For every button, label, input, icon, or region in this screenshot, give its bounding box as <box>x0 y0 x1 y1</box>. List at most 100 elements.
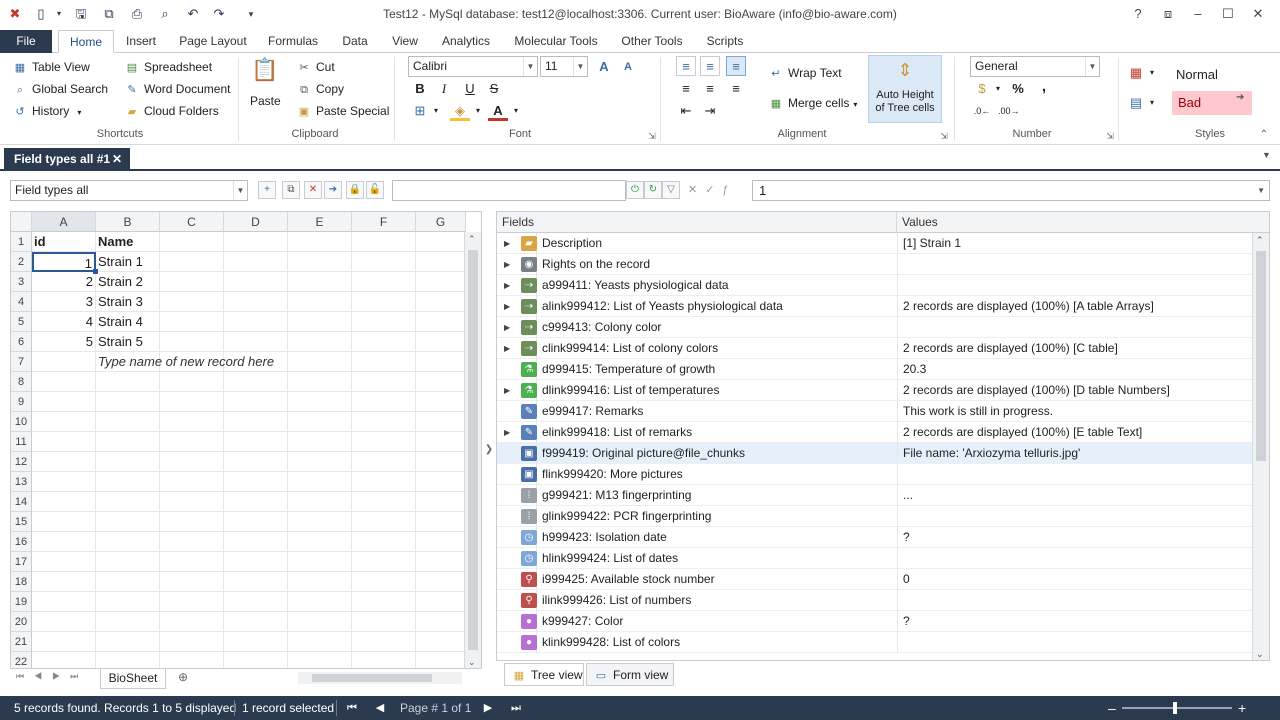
maximize-icon[interactable]: ☐ <box>1218 5 1238 23</box>
grid-cell[interactable] <box>160 492 224 512</box>
row-header[interactable]: 11 <box>11 432 32 452</box>
tree-row[interactable]: ● klink999428: List of colors <box>497 632 1253 653</box>
expand-arrow-icon[interactable]: ▶ <box>504 380 514 401</box>
grid-cell[interactable] <box>288 512 352 532</box>
next-page-icon[interactable]: ▶ <box>478 698 498 718</box>
grid-cell[interactable] <box>224 432 288 452</box>
grid-cell[interactable] <box>160 572 224 592</box>
tree-row[interactable]: ▶ ⚗ dlink999416: List of temperatures 2 rec… <box>497 380 1253 401</box>
grid-cell[interactable] <box>160 612 224 632</box>
row-header[interactable]: 22 <box>11 652 32 668</box>
tab-molecular-tools[interactable]: Molecular Tools <box>508 30 604 53</box>
paste-icon[interactable]: 📋 <box>248 57 282 87</box>
grid-cell[interactable] <box>224 392 288 412</box>
help-icon[interactable]: ? <box>1128 5 1148 23</box>
grid-cell[interactable] <box>160 512 224 532</box>
align-left-icon[interactable]: ≡ <box>676 79 696 99</box>
align-center-icon[interactable]: ≡ <box>700 79 720 99</box>
unlock-icon[interactable]: 🔓 <box>366 181 384 199</box>
field-value[interactable] <box>897 590 1253 611</box>
column-header-d[interactable]: D <box>224 212 288 232</box>
style-normal[interactable]: Normal <box>1168 63 1258 87</box>
refresh-icon[interactable]: ↻ <box>644 181 662 199</box>
row-header[interactable]: 6 <box>11 332 32 352</box>
grid-cell[interactable] <box>416 632 466 652</box>
fill-color-icon[interactable]: ◈ <box>450 101 470 121</box>
grid-cell[interactable] <box>160 392 224 412</box>
lock-icon[interactable]: 🔒 <box>346 181 364 199</box>
grid-cell[interactable] <box>416 312 466 332</box>
duplicate-record-icon[interactable]: ⧉ <box>282 181 300 199</box>
tab-analytics[interactable]: Analytics <box>434 30 498 53</box>
grid-cell[interactable] <box>416 232 466 252</box>
grid-cell[interactable] <box>32 472 96 492</box>
minimize-icon[interactable]: – <box>1188 5 1208 23</box>
field-value[interactable]: 2 records are displayed (100%) [D table … <box>897 380 1253 401</box>
zoom-slider-thumb[interactable] <box>1173 702 1177 714</box>
expand-arrow-icon[interactable]: ▶ <box>504 233 514 254</box>
grid-cell[interactable] <box>224 272 288 292</box>
expand-arrow-icon[interactable]: ▶ <box>504 317 514 338</box>
row-header[interactable]: 16 <box>11 532 32 552</box>
decrease-indent-icon[interactable]: ⇤ <box>676 101 696 121</box>
dialog-launcher-icon[interactable]: ⇲ <box>1100 126 1120 146</box>
field-value[interactable]: 2 records are displayed (100%) [E table … <box>897 422 1253 443</box>
underline-icon[interactable]: U <box>460 79 480 99</box>
tree-row[interactable]: ● k999427: Color? <box>497 611 1253 632</box>
tree-row[interactable]: ⁞ glink999422: PCR fingerprinting <box>497 506 1253 527</box>
grid-cell[interactable] <box>96 632 160 652</box>
increase-indent-icon[interactable]: ⇥ <box>700 101 720 121</box>
grid-cell[interactable] <box>288 492 352 512</box>
field-value[interactable] <box>897 632 1253 653</box>
global-search-button[interactable]: ⌕ Global Search <box>12 79 108 99</box>
tab-view[interactable]: View <box>384 30 426 53</box>
tree-row[interactable]: ⚗ d999415: Temperature of growth 20.3 <box>497 359 1253 380</box>
grid-cell[interactable] <box>288 232 352 252</box>
grid-cell[interactable] <box>288 412 352 432</box>
grid-cell[interactable] <box>416 572 466 592</box>
grid-cell[interactable] <box>96 432 160 452</box>
field-value[interactable]: ? <box>897 527 1253 548</box>
grid-cell[interactable] <box>96 572 160 592</box>
column-header-e[interactable]: E <box>288 212 352 232</box>
grid-cell[interactable] <box>160 652 224 668</box>
fill-handle[interactable] <box>93 269 98 274</box>
chevron-down-icon[interactable]: ▾ <box>1142 93 1162 113</box>
grid-cell[interactable] <box>160 592 224 612</box>
grid-cell[interactable] <box>160 372 224 392</box>
grid-cell[interactable] <box>160 312 224 332</box>
grid-cell[interactable] <box>32 552 96 572</box>
grid-cell[interactable] <box>96 512 160 532</box>
grid-cell[interactable] <box>96 652 160 668</box>
tree-row[interactable]: ⁞ g999421: M13 fingerprinting... <box>497 485 1253 506</box>
sheet-horizontal-scrollbar[interactable] <box>298 672 462 684</box>
expand-arrow-icon[interactable]: ▶ <box>504 296 514 317</box>
history-button[interactable]: ↺ History ▾ <box>12 101 81 121</box>
cell-a5[interactable]: 4 <box>32 312 96 332</box>
grow-font-icon[interactable]: A <box>594 57 614 77</box>
column-header-b[interactable]: B <box>96 212 160 232</box>
grid-cell[interactable] <box>224 252 288 272</box>
grid-cell[interactable] <box>32 652 96 668</box>
cell-b6[interactable]: Strain 5 <box>96 332 160 352</box>
search-input[interactable] <box>392 180 626 201</box>
row-header[interactable]: 18 <box>11 572 32 592</box>
collapse-ribbon-icon[interactable]: ⌃ <box>1254 125 1274 145</box>
tree-row[interactable]: ▶ ⇢ a999411: Yeasts physiological data <box>497 275 1253 296</box>
tree-row[interactable]: ▶ ⇢ c999413: Colony color <box>497 317 1253 338</box>
paste-special-button[interactable]: ▣ Paste Special <box>296 101 390 121</box>
chevron-down-icon[interactable]: ▼ <box>1257 181 1265 200</box>
grid-cell[interactable] <box>224 572 288 592</box>
fields-tree-grid[interactable]: Fields Values ▶ ▰ Description [1] Strain 1 ▶… <box>496 211 1270 661</box>
grid-cell[interactable] <box>224 472 288 492</box>
row-header[interactable]: 15 <box>11 512 32 532</box>
grid-cell[interactable] <box>288 552 352 572</box>
grid-cell[interactable] <box>416 272 466 292</box>
auto-height-button[interactable]: ⇕ Auto Height of Tree cells <box>868 55 942 123</box>
grid-cell[interactable] <box>32 492 96 512</box>
field-value[interactable] <box>897 317 1253 338</box>
grid-cell[interactable] <box>160 272 224 292</box>
cell-b4[interactable]: Strain 3 <box>96 292 160 312</box>
field-value[interactable]: 20.3 <box>897 359 1253 380</box>
grid-cell[interactable] <box>352 312 416 332</box>
